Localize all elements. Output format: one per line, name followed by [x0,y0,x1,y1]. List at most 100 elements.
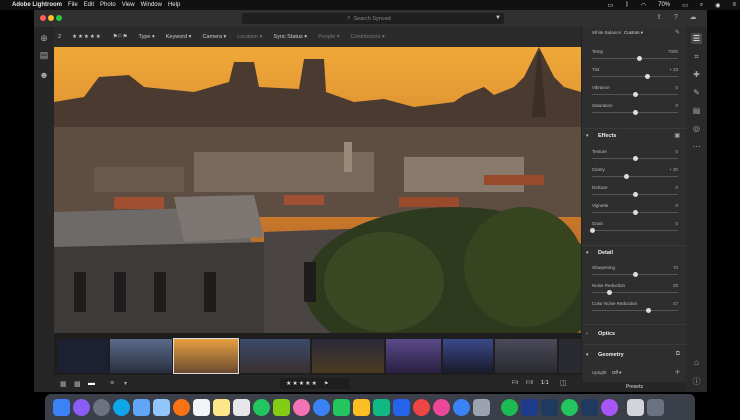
upright-dropdown[interactable]: Off ▾ [612,370,621,376]
light-slider-knob[interactable] [632,92,638,97]
detail-slider-value[interactable]: 20 [673,283,678,288]
chevron-right-icon[interactable]: › [586,331,588,337]
blender-icon[interactable] [173,399,190,416]
flag-filter-icon[interactable]: ⚑⚐⚑ [113,34,128,40]
detail-slider-knob[interactable] [606,290,612,295]
people-icon[interactable]: ☻ [38,69,50,81]
geometry-guide-icon[interactable]: ⧉ [676,351,680,358]
light-slider-knob[interactable] [636,56,642,61]
messages-icon[interactable] [313,399,330,416]
eyedropper-icon[interactable]: ✎ [675,29,680,36]
effects-slider-knob[interactable] [632,156,638,161]
safari-icon[interactable] [113,399,130,416]
menu-app-name[interactable]: Adobe Lightroom [12,2,62,8]
thumbnail[interactable] [386,339,441,373]
system-preferences-icon[interactable] [473,399,490,416]
effects-slider-knob[interactable] [632,192,638,197]
menu-window[interactable]: Window [141,2,162,8]
square-grid-icon[interactable]: ▩ [74,380,81,388]
photos-icon[interactable] [293,399,310,416]
chrome-icon[interactable] [253,399,270,416]
tag-icon[interactable]: ⌂ [691,357,702,368]
effects-section-title[interactable]: Effects [598,133,616,139]
light-slider-track[interactable] [592,110,678,115]
lightroom-icon[interactable] [581,399,598,416]
thumbnail[interactable] [240,339,310,373]
info-icon[interactable]: ⓘ [691,376,702,387]
battery-icon[interactable]: ▭ [682,2,688,9]
detail-view-icon[interactable]: ▬ [88,380,95,387]
brush-icon[interactable]: ✎ [691,87,702,98]
effects-slider-knob[interactable] [589,228,595,233]
news-icon[interactable] [413,399,430,416]
filter-contributors[interactable]: Contributors ▾ [351,34,385,40]
search-icon[interactable]: ⌕ [700,2,703,9]
effects-slider-track[interactable] [592,156,678,161]
light-slider-track[interactable] [592,74,678,79]
minimize-window-button[interactable] [48,15,54,21]
rating-count[interactable]: 2 [58,34,61,40]
menu-file[interactable]: File [68,2,78,8]
share-icon[interactable]: ⇪ [654,13,664,23]
edit-sliders-icon[interactable]: ☰ [691,33,702,44]
filter-button[interactable]: ▼ [492,13,504,24]
detail-slider-value[interactable]: 70 [673,265,678,270]
mail-icon[interactable] [133,399,150,416]
thumbnail[interactable] [110,339,172,373]
radial-gradient-icon[interactable]: ◎ [691,123,702,134]
effects-slider-track[interactable] [592,174,678,179]
siri-icon[interactable]: ◉ [715,2,720,9]
finder-icon[interactable] [53,399,70,416]
effects-slider-track[interactable] [592,210,678,215]
library-icon[interactable]: ▤ [38,49,50,61]
effects-slider-knob[interactable] [623,174,629,179]
compare-icon[interactable]: ◫ [560,379,567,387]
reminders-icon[interactable] [233,399,250,416]
white-balance-dropdown[interactable]: Custom ▾ [624,30,643,36]
keynote-icon[interactable] [393,399,410,416]
maps-icon[interactable] [273,399,290,416]
effects-toggle-icon[interactable]: ▣ [674,132,680,139]
more-icon[interactable]: ⋯ [691,141,702,152]
chevron-down-icon[interactable]: ▾ [586,352,589,358]
detail-slider-value[interactable]: 47 [673,301,678,306]
menu-photo[interactable]: Photo [100,2,116,8]
thumbnail[interactable] [495,339,557,373]
menu-edit[interactable]: Edit [84,2,94,8]
photoshop-icon[interactable] [521,399,538,416]
linear-gradient-icon[interactable]: ▤ [691,105,702,116]
light-slider-knob[interactable] [645,74,651,79]
app-icon[interactable] [601,399,618,416]
thumbnail-selected[interactable] [173,338,239,374]
thumbnail[interactable] [443,339,493,373]
healing-brush-icon[interactable]: ✚ [691,69,702,80]
facetime-icon[interactable] [333,399,350,416]
main-photo[interactable] [54,47,581,333]
thumbnail[interactable] [58,339,108,373]
filter-type[interactable]: Type ▾ [139,34,155,40]
thumbnail[interactable] [559,339,581,373]
close-window-button[interactable] [40,15,46,21]
detail-slider-knob[interactable] [632,272,638,277]
menu-view[interactable]: View [122,2,135,8]
presets-button[interactable]: Presets [582,382,687,392]
light-slider-track[interactable] [592,56,678,61]
filter-people[interactable]: People ▾ [318,34,339,40]
rating-stars[interactable]: ★★★★★ [286,380,318,387]
fit-button[interactable]: Fit [512,380,518,386]
numbers-icon[interactable] [373,399,390,416]
filter-sync-status[interactable]: Sync Status ▾ [273,34,307,40]
wifi-icon[interactable]: ◠ [641,2,646,9]
light-slider-value[interactable]: + 33 [669,67,678,72]
sync-icon[interactable] [561,399,578,416]
light-slider-value[interactable]: 7000 [668,49,678,54]
cloud-icon[interactable]: ☁ [688,13,698,23]
detail-slider-track[interactable] [592,290,678,295]
geometry-section-title[interactable]: Geometry [598,352,624,358]
crop-icon[interactable]: ⌗ [691,51,702,62]
search-field[interactable]: ⌕ Search Synced [242,13,496,24]
effects-slider-value[interactable]: 0 [675,149,678,154]
effects-slider-value[interactable]: 0 [675,203,678,208]
siri-icon[interactable] [73,399,90,416]
add-photos-icon[interactable]: ⊕ [38,32,50,44]
